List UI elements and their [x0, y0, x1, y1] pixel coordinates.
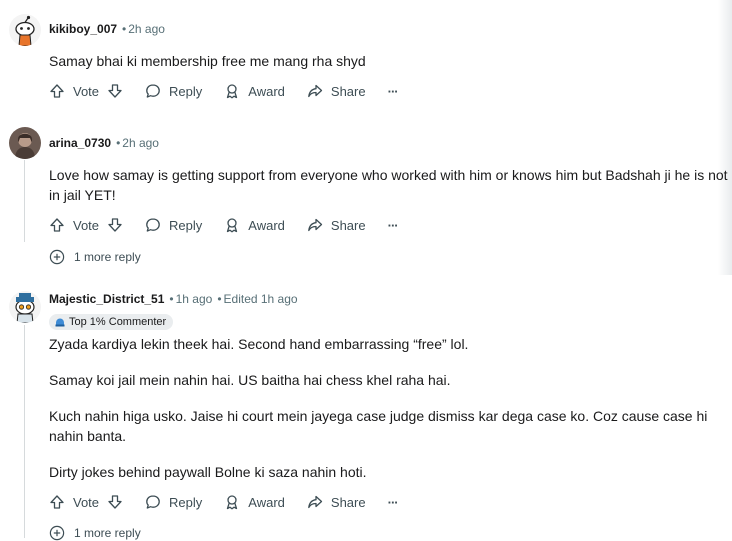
timestamp[interactable]: 2h ago	[128, 22, 165, 36]
reply-label: Reply	[169, 217, 203, 233]
comment-actions: Vote Reply Award Share ···	[49, 490, 399, 514]
plus-circle-icon	[49, 249, 65, 265]
thread-line[interactable]	[24, 325, 25, 538]
separator-dot: •	[116, 136, 121, 150]
share-label: Share	[330, 217, 366, 233]
badge-label: Top 1% Commenter	[69, 316, 167, 328]
share-arrow-icon	[308, 84, 323, 98]
vote-label: Vote	[73, 494, 100, 510]
reply-button[interactable]: Reply	[145, 494, 202, 510]
vote-label: Vote	[73, 217, 100, 233]
award-icon	[227, 84, 238, 99]
share-label: Share	[330, 83, 366, 99]
thread-line[interactable]	[24, 160, 25, 242]
avatar[interactable]	[9, 14, 41, 46]
upvote-button[interactable]: Vote	[49, 83, 99, 99]
comment-paragraph: Kuch nahin higa usko. Jaise hi court mei…	[49, 408, 708, 444]
share-button[interactable]: Share	[307, 494, 366, 510]
timestamp[interactable]: 2h ago	[122, 136, 159, 150]
separator-dot: •	[217, 292, 222, 306]
award-button[interactable]: Award	[224, 217, 285, 233]
commenter-badge-icon	[55, 318, 65, 327]
speech-bubble-icon	[146, 218, 160, 232]
award-button[interactable]: Award	[224, 494, 285, 510]
speech-bubble-icon	[146, 84, 160, 98]
more-options-icon: ···	[387, 83, 399, 99]
reply-label: Reply	[169, 494, 203, 510]
reply-label: Reply	[169, 83, 203, 99]
snoo-avatar-icon	[9, 14, 41, 46]
comment-body: Love how samay is getting support from e…	[49, 165, 729, 205]
edited-label: Edited 1h ago	[223, 292, 298, 306]
upvote-button[interactable]: Vote	[49, 494, 99, 510]
more-options-icon: ···	[387, 494, 399, 510]
scrollbar-track[interactable]	[718, 0, 732, 275]
more-replies-label: 1 more reply	[74, 250, 141, 264]
comment-paragraph: Zyada kardiya lekin theek hai. Second ha…	[49, 336, 469, 352]
timestamp[interactable]: 1h ago	[176, 292, 213, 306]
arrow-up-icon	[50, 218, 64, 232]
comment-actions: Vote Reply Award Share ···	[49, 79, 399, 103]
award-button[interactable]: Award	[224, 83, 285, 99]
downvote-button[interactable]	[107, 217, 123, 233]
award-label: Award	[248, 217, 285, 233]
share-label: Share	[330, 494, 366, 510]
user-flair-badge: Top 1% Commenter	[49, 314, 174, 330]
comment-actions: Vote Reply Award Share ···	[49, 213, 399, 237]
more-replies-link[interactable]: 1 more reply	[49, 525, 141, 541]
speech-bubble-icon	[146, 495, 160, 509]
profile-photo-icon	[9, 127, 41, 159]
username[interactable]: Majestic_District_51	[49, 292, 164, 306]
more-options-button[interactable]: ···	[387, 83, 399, 99]
arrow-up-icon	[50, 495, 64, 509]
arrow-down-icon	[108, 84, 122, 98]
downvote-button[interactable]	[107, 494, 123, 510]
reply-button[interactable]: Reply	[145, 217, 202, 233]
separator-dot: •	[122, 22, 127, 36]
share-arrow-icon	[308, 218, 323, 232]
username[interactable]: arina_0730	[49, 136, 111, 150]
more-options-button[interactable]: ···	[387, 217, 399, 233]
snoo-avatar-icon	[9, 291, 41, 323]
vote-label: Vote	[73, 83, 100, 99]
award-icon	[227, 495, 238, 510]
comment-body: Zyada kardiya lekin theek hai. Second ha…	[49, 334, 729, 482]
downvote-button[interactable]	[107, 83, 123, 99]
plus-circle-icon	[49, 525, 65, 541]
comment-paragraph: Samay koi jail mein nahin hai. US baitha…	[49, 372, 451, 388]
more-replies-link[interactable]: 1 more reply	[49, 249, 141, 265]
comment-meta: kikiboy_007 • 2h ago	[49, 22, 165, 36]
share-button[interactable]: Share	[307, 83, 366, 99]
arrow-down-icon	[108, 495, 122, 509]
comment-meta: arina_0730 • 2h ago	[49, 136, 159, 150]
share-button[interactable]: Share	[307, 217, 366, 233]
comment-body: Samay bhai ki membership free me mang rh…	[49, 51, 729, 71]
arrow-up-icon	[50, 84, 64, 98]
award-icon	[227, 218, 238, 233]
reply-button[interactable]: Reply	[145, 83, 202, 99]
more-options-icon: ···	[387, 217, 399, 233]
comment-paragraph: Love how samay is getting support from e…	[49, 167, 728, 203]
award-label: Award	[248, 83, 285, 99]
upvote-button[interactable]: Vote	[49, 217, 99, 233]
share-arrow-icon	[308, 495, 323, 509]
comment-paragraph: Dirty jokes behind paywall Bolne ki saza…	[49, 464, 367, 480]
username[interactable]: kikiboy_007	[49, 22, 117, 36]
avatar[interactable]	[9, 127, 41, 159]
arrow-down-icon	[108, 218, 122, 232]
award-label: Award	[248, 494, 285, 510]
more-options-button[interactable]: ···	[387, 494, 399, 510]
comment-paragraph: Samay bhai ki membership free me mang rh…	[49, 53, 366, 69]
separator-dot: •	[169, 292, 174, 306]
avatar[interactable]	[9, 291, 41, 323]
comment-meta: Majestic_District_51 • 1h ago • Edited 1h ag…	[49, 292, 298, 306]
